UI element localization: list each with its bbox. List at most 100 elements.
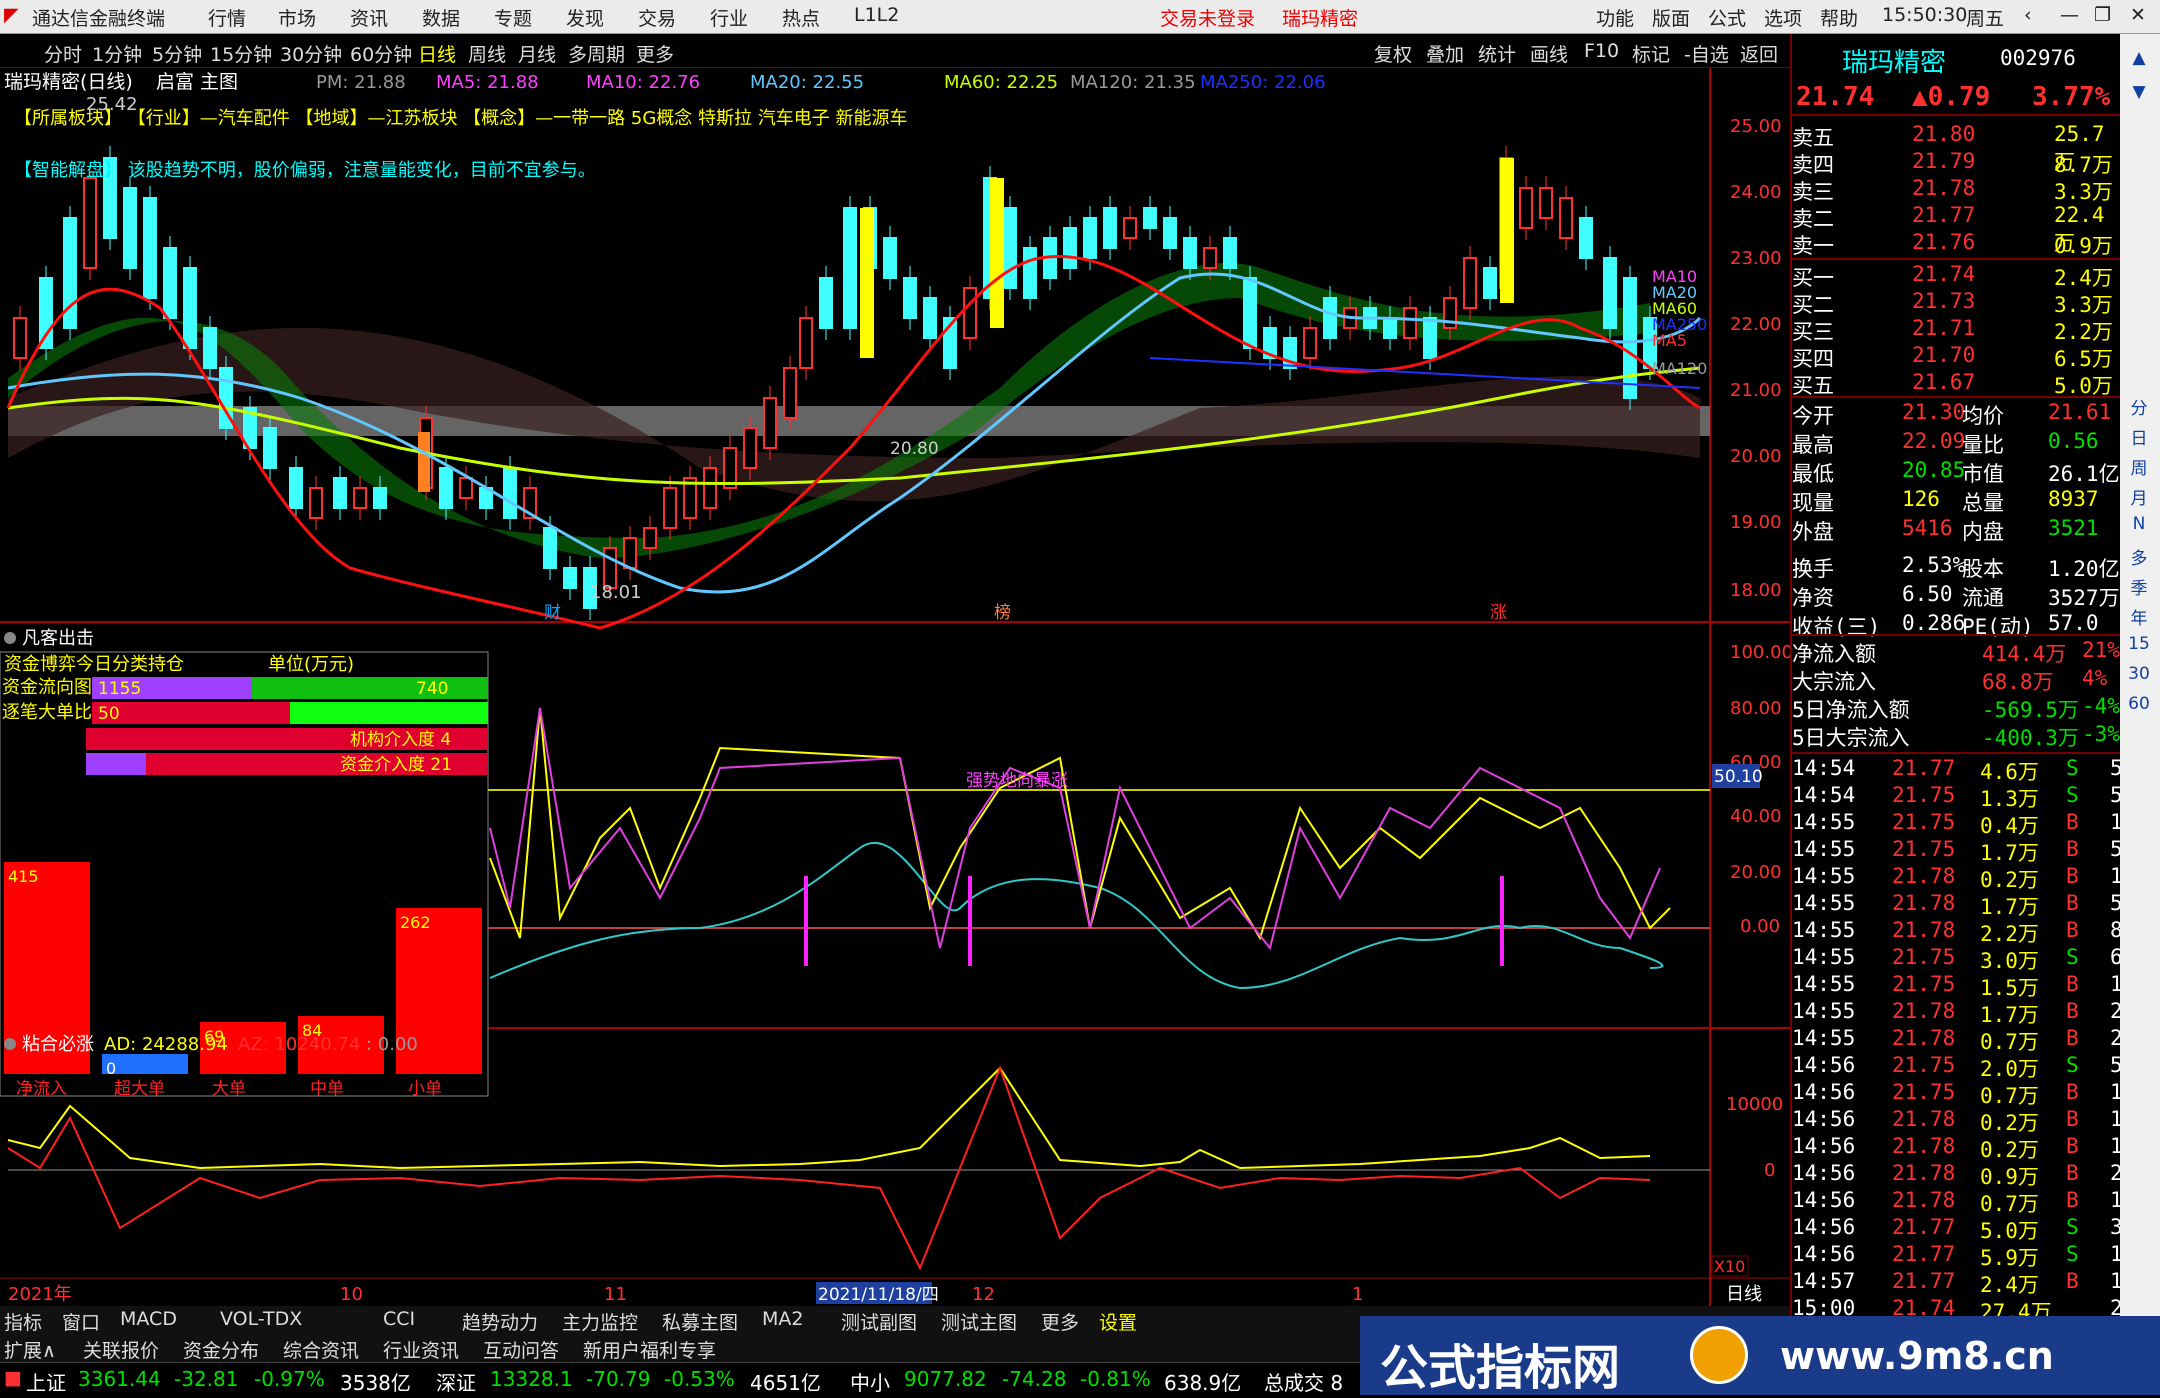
candle-body <box>843 207 857 329</box>
panel2-collapse-icon[interactable] <box>4 632 16 644</box>
indicator-tab[interactable]: CCI <box>383 1308 415 1330</box>
multi-icon[interactable]: 多 <box>2124 544 2154 572</box>
menu-banmian[interactable]: 版面 <box>1652 4 1690 31</box>
n-day-icon[interactable]: N <box>2124 514 2154 542</box>
main-chart-mode[interactable]: 启富 主图 <box>156 71 238 93</box>
month-icon[interactable]: 月 <box>2124 484 2154 512</box>
close-icon[interactable]: ✕ <box>2130 4 2146 26</box>
flow-row-cell: -569.5万 <box>1982 698 2079 722</box>
bid-row: 买三 21.71 2.2万 <box>1792 316 2122 344</box>
period-60min[interactable]: 60分钟 <box>346 39 416 68</box>
quarter-icon[interactable]: 季 <box>2124 574 2154 602</box>
cursor-date: 2021/11/18/四 <box>818 1285 939 1305</box>
indicator-tab[interactable]: MA2 <box>762 1308 803 1330</box>
btn-f10[interactable]: F10 <box>1580 39 1623 63</box>
tick-row-cell: 21.78 <box>1892 864 1956 888</box>
candle-body <box>819 277 833 329</box>
indicator-tab[interactable]: 指标 <box>4 1308 42 1335</box>
year-icon[interactable]: 年 <box>2124 604 2154 632</box>
menu-zhuanti[interactable]: 专题 <box>494 4 532 31</box>
flow-row-cell: -4% <box>2082 694 2120 718</box>
menu-hangqing[interactable]: 行情 <box>208 4 246 31</box>
candle-body <box>309 487 323 519</box>
period-day[interactable]: 日线 <box>414 39 460 68</box>
ask-row: 卖五 21.80 25.7万 <box>1792 122 2122 174</box>
login-status[interactable]: 交易未登录 <box>1160 4 1255 31</box>
indicator-tab[interactable]: 更多 <box>1041 1308 1079 1335</box>
60min-icon[interactable]: 60 <box>2124 694 2154 722</box>
indicator-tab[interactable]: 主力监控 <box>562 1308 638 1335</box>
info-tab[interactable]: 互动问答 <box>483 1336 559 1363</box>
marker-zhang: 涨 <box>1490 603 1507 623</box>
period-5min[interactable]: 5分钟 <box>148 39 206 68</box>
restore-icon[interactable]: ❐ <box>2094 4 2111 26</box>
panel3-collapse-icon[interactable] <box>4 1038 16 1050</box>
btn-diejia[interactable]: 叠加 <box>1422 39 1468 68</box>
indicator-tab[interactable]: 设置 <box>1099 1308 1137 1335</box>
menu-hangye[interactable]: 行业 <box>710 4 748 31</box>
menu-shichang[interactable]: 市场 <box>278 4 316 31</box>
menu-gongshi[interactable]: 公式 <box>1708 4 1746 31</box>
btn-zixuan[interactable]: -自选 <box>1680 39 1733 68</box>
tick-row-cell: S <box>2066 756 2079 780</box>
minimize-icon[interactable]: — <box>2060 4 2079 26</box>
up-arrow-icon[interactable]: ▲ <box>2124 48 2154 76</box>
indicator-tab[interactable]: 测试副图 <box>841 1308 917 1335</box>
tick-row-cell: 21.75 <box>1892 1053 1956 1077</box>
info-tab[interactable]: 资金分布 <box>183 1336 259 1363</box>
info-tab[interactable]: 新用户福利专享 <box>583 1336 716 1363</box>
indicator-tab[interactable]: 窗口 <box>62 1308 100 1335</box>
total-volume: 总成交 8 <box>1264 1371 1344 1395</box>
btn-biaoji[interactable]: 标记 <box>1628 39 1674 68</box>
menu-shuju[interactable]: 数据 <box>422 4 460 31</box>
btn-fanhui[interactable]: 返回 <box>1736 39 1782 68</box>
week-icon[interactable]: 周 <box>2124 454 2154 482</box>
info-tab[interactable]: 综合资讯 <box>283 1336 359 1363</box>
btn-fuquan[interactable]: 复权 <box>1370 39 1416 68</box>
30min-icon[interactable]: 30 <box>2124 664 2154 692</box>
sh-pct: -0.97% <box>254 1367 325 1391</box>
down-arrow-icon[interactable]: ▼ <box>2124 82 2154 110</box>
indicator-tab[interactable]: 趋势动力 <box>462 1308 538 1335</box>
tick-row: 14:56 21.78 0.2万 B 1 <box>1792 1107 2123 1135</box>
menu-xuanxiang[interactable]: 选项 <box>1764 4 1802 31</box>
btn-tongji[interactable]: 统计 <box>1474 39 1520 68</box>
period-1min[interactable]: 1分钟 <box>88 39 146 68</box>
period-fenshi[interactable]: 分时 <box>40 39 86 68</box>
tick-row-cell: 14:55 <box>1792 918 1856 942</box>
tick-row-cell: 1.7万 <box>1980 841 2039 865</box>
period-15min[interactable]: 15分钟 <box>206 39 276 68</box>
candle-body <box>1463 257 1477 309</box>
indicator-tab[interactable]: 测试主图 <box>941 1308 1017 1335</box>
sh-index: 3361.44 <box>78 1367 161 1391</box>
indicator-tab[interactable]: 私募主图 <box>662 1308 738 1335</box>
period-30min[interactable]: 30分钟 <box>276 39 346 68</box>
minute-icon[interactable]: 分 <box>2124 394 2154 422</box>
period-more[interactable]: 更多 <box>632 39 678 68</box>
info-tab[interactable]: 行业资讯 <box>383 1336 459 1363</box>
day-icon[interactable]: 日 <box>2124 424 2154 452</box>
tick-row-cell: 21.78 <box>1892 1134 1956 1158</box>
menu-gongneng[interactable]: 功能 <box>1596 4 1634 31</box>
candle-body <box>923 297 937 339</box>
menu-zixun[interactable]: 资讯 <box>350 4 388 31</box>
menu-redian[interactable]: 热点 <box>782 4 820 31</box>
indicator-tab[interactable]: VOL-TDX <box>220 1308 302 1330</box>
period-month[interactable]: 月线 <box>514 39 560 68</box>
chart-area[interactable]: 瑞玛精密(日线) 启富 主图 PM: 21.88 MA5: 21.88 MA10… <box>0 68 1790 1306</box>
flow-row-cell: 414.4万 <box>1982 642 2067 666</box>
menu-bangzhu[interactable]: 帮助 <box>1820 4 1858 31</box>
btn-huaxian[interactable]: 画线 <box>1526 39 1572 68</box>
15min-icon[interactable]: 15 <box>2124 634 2154 662</box>
menu-faxian[interactable]: 发现 <box>566 4 604 31</box>
back-icon[interactable]: ‹ <box>2024 4 2032 26</box>
info-tab[interactable]: 扩展∧ <box>4 1336 56 1363</box>
menu-jiaoyi[interactable]: 交易 <box>638 4 676 31</box>
indicator-tab[interactable]: MACD <box>120 1308 177 1330</box>
fund-bar-value: 262 <box>400 913 431 932</box>
menu-l1l2[interactable]: L1L2 <box>854 4 899 26</box>
sh-amount: 3538亿 <box>340 1371 411 1395</box>
info-tab[interactable]: 关联报价 <box>83 1336 159 1363</box>
period-multi[interactable]: 多周期 <box>564 39 629 68</box>
period-week[interactable]: 周线 <box>464 39 510 68</box>
